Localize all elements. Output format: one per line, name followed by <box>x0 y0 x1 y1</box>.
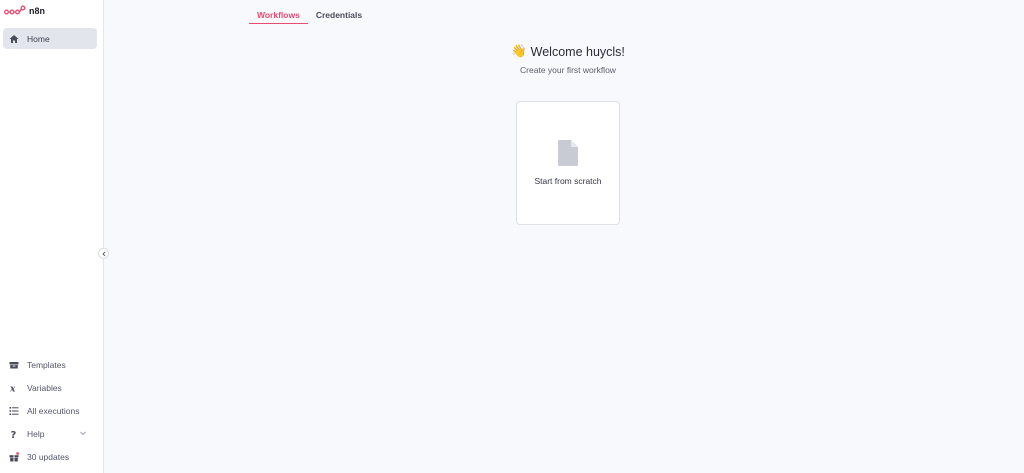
sidebar: n8n Home Templates x Variables All execu… <box>0 0 104 473</box>
gift-icon <box>9 451 19 462</box>
welcome-section: 👋 Welcome huycls! Create your first work… <box>400 44 736 75</box>
sidebar-item-templates[interactable]: Templates <box>3 354 97 375</box>
sidebar-item-label: Help <box>27 428 45 439</box>
sidebar-item-label: 30 updates <box>27 451 70 462</box>
svg-text:x: x <box>9 384 16 393</box>
sidebar-item-label: Home <box>27 33 50 44</box>
sidebar-item-label: All executions <box>27 405 80 416</box>
chevron-left-icon <box>101 251 105 256</box>
sidebar-item-variables[interactable]: x Variables <box>3 377 97 398</box>
collapse-sidebar-button[interactable] <box>98 248 109 259</box>
box-icon <box>9 360 19 370</box>
question-icon: ? <box>9 429 19 439</box>
file-icon <box>558 140 578 166</box>
list-icon <box>9 406 19 416</box>
sidebar-item-home[interactable]: Home <box>3 28 97 49</box>
home-icon <box>9 34 19 44</box>
variable-icon: x <box>9 383 19 393</box>
sidebar-item-label: Variables <box>27 382 62 393</box>
sidebar-item-updates[interactable]: 30 updates <box>3 446 97 467</box>
card-label: Start from scratch <box>534 176 602 186</box>
welcome-subtitle: Create your first workflow <box>520 65 616 75</box>
sidebar-item-help[interactable]: ? Help <box>3 423 97 444</box>
welcome-title: Welcome huycls! <box>530 44 625 59</box>
chevron-down-icon <box>80 431 86 436</box>
app-window: n8n Home Templates x Variables All execu… <box>0 0 1024 473</box>
wave-emoji-icon: 👋 <box>511 44 527 58</box>
svg-text:?: ? <box>11 430 17 439</box>
app-name: n8n <box>29 6 46 16</box>
n8n-logo[interactable]: n8n <box>4 4 45 18</box>
tab-workflows[interactable]: Workflows <box>249 8 308 24</box>
sidebar-item-label: Templates <box>27 359 66 370</box>
n8n-logo-icon <box>4 5 26 15</box>
tab-credentials[interactable]: Credentials <box>308 8 370 24</box>
welcome-heading: 👋 Welcome huycls! <box>400 44 736 59</box>
start-from-scratch-card[interactable]: Start from scratch <box>516 101 620 225</box>
sidebar-item-all-executions[interactable]: All executions <box>3 400 97 421</box>
tabs: Workflows Credentials <box>249 8 370 24</box>
